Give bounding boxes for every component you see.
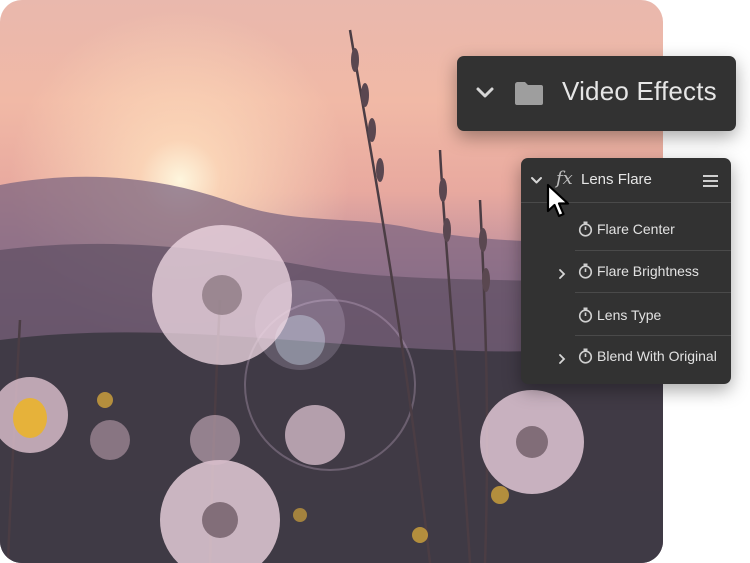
row-divider	[575, 335, 731, 336]
mouse-pointer-icon	[546, 183, 574, 224]
chevron-down-icon[interactable]	[530, 174, 543, 192]
stopwatch-icon[interactable]	[578, 263, 593, 284]
row-divider	[575, 250, 731, 251]
chevron-right-icon[interactable]	[558, 351, 566, 369]
property-row-flare-brightness[interactable]: Flare Brightness	[521, 250, 731, 292]
stopwatch-icon[interactable]	[578, 307, 593, 328]
video-effects-title: Video Effects	[562, 76, 717, 106]
stopwatch-icon[interactable]	[578, 348, 593, 369]
property-row-lens-type[interactable]: Lens Type	[521, 292, 731, 334]
folder-icon	[514, 80, 544, 111]
stopwatch-icon[interactable]	[578, 221, 593, 242]
chevron-right-icon[interactable]	[558, 266, 566, 284]
video-effects-panel: Video Effects	[457, 56, 736, 131]
property-row-blend-with-original[interactable]: Blend With Original	[521, 335, 731, 377]
lens-flare-title: Lens Flare	[581, 171, 652, 188]
chevron-down-icon[interactable]	[475, 83, 495, 108]
row-divider	[575, 292, 731, 293]
property-label: Flare Brightness	[597, 263, 699, 279]
hamburger-menu-icon[interactable]	[703, 174, 718, 192]
property-label: Blend With Original	[597, 348, 717, 364]
property-label: Flare Center	[597, 221, 675, 237]
property-label: Lens Type	[597, 307, 662, 323]
